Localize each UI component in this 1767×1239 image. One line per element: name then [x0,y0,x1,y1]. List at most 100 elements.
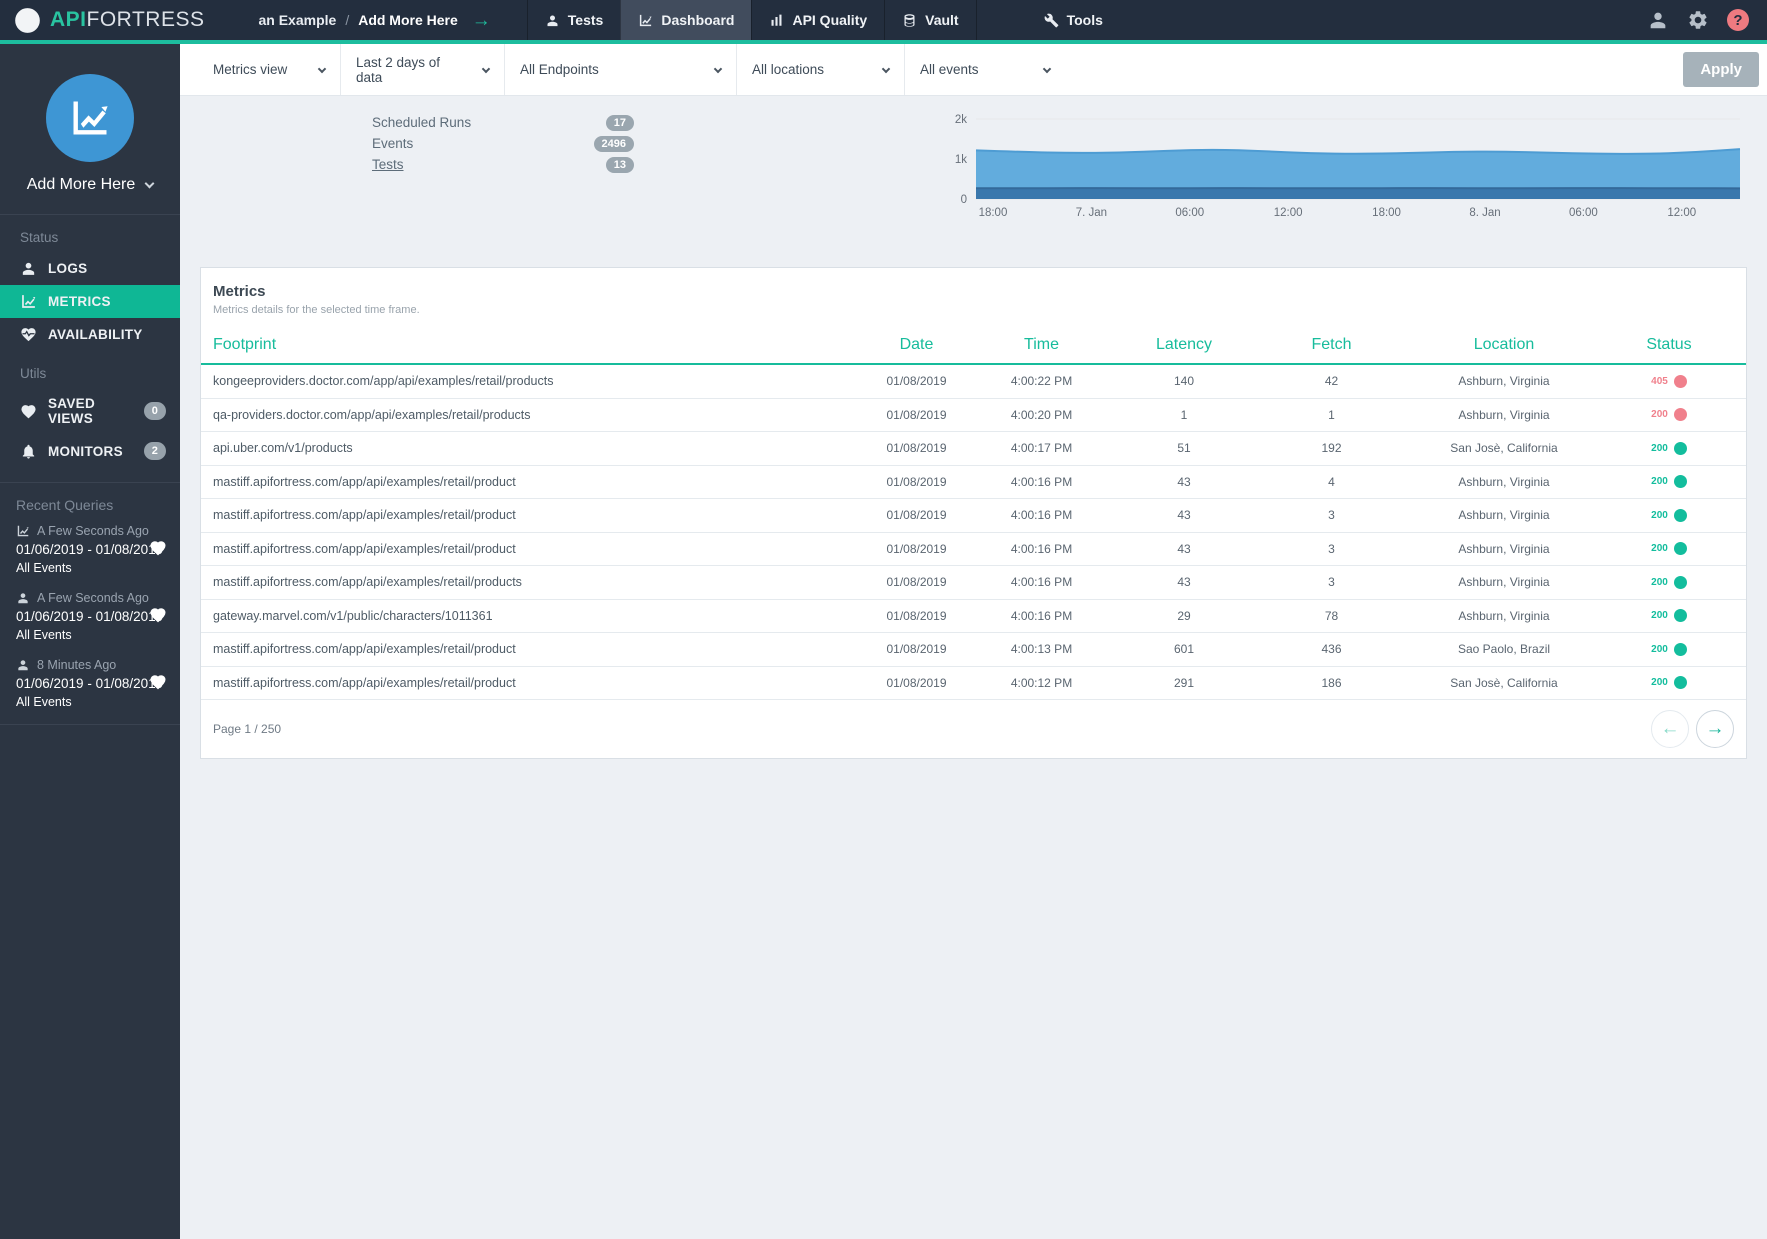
table-row[interactable]: mastiff.apifortress.com/app/api/examples… [201,499,1746,533]
filter-dropdown-all-endpoints[interactable]: All Endpoints [505,44,737,95]
cell-footprint: mastiff.apifortress.com/app/api/examples… [213,508,859,522]
cell-latency: 43 [1109,508,1259,522]
section-label-utils: Utils [0,351,180,388]
recent-query-range: 01/06/2019 - 01/08/2019 [16,609,166,626]
sidebar-item-metrics[interactable]: METRICS [0,285,180,318]
svg-text:12:00: 12:00 [1274,207,1303,219]
recent-query-item[interactable]: 9 Minutes Ago01/06/2019 - 01/08/2019All … [0,724,180,725]
sidebar-item-saved-views[interactable]: SAVED VIEWS0 [0,388,180,434]
column-header-fetch: Fetch [1259,336,1404,354]
metrics-title: Metrics [213,283,1734,300]
heart-outline-icon[interactable] [149,606,167,624]
cell-time: 4:00:16 PM [974,575,1109,589]
table-row[interactable]: api.uber.com/v1/products01/08/20194:00:1… [201,432,1746,466]
table-row[interactable]: mastiff.apifortress.com/app/api/examples… [201,667,1746,701]
project-avatar[interactable] [46,74,134,162]
cell-status: 200 [1604,676,1734,689]
sidebar-item-availability[interactable]: AVAILABILITY [0,318,180,351]
sidebar-item-logs[interactable]: LOGS [0,252,180,285]
cell-status: 200 [1604,509,1734,522]
count-badge: 0 [144,402,166,420]
cell-footprint: mastiff.apifortress.com/app/api/examples… [213,542,859,556]
breadcrumb-arrow-icon[interactable]: → [472,11,491,30]
recent-query-item[interactable]: A Few Seconds Ago01/06/2019 - 01/08/2019… [0,590,180,657]
recent-query-item[interactable]: A Few Seconds Ago01/06/2019 - 01/08/2019… [0,523,180,590]
page-indicator: Page 1 / 250 [213,722,281,736]
events-area-chart: 01k2k18:007. Jan06:0012:0018:008. Jan06:… [930,98,1742,262]
metrics-card: Metrics Metrics details for the selected… [200,267,1747,759]
table-row[interactable]: mastiff.apifortress.com/app/api/examples… [201,466,1746,500]
next-page-button[interactable]: → [1696,710,1734,748]
svg-text:12:00: 12:00 [1667,207,1696,219]
filter-bar: Metrics viewLast 2 days of dataAll Endpo… [180,44,1767,96]
apply-button[interactable]: Apply [1683,52,1759,87]
table-row[interactable]: mastiff.apifortress.com/app/api/examples… [201,566,1746,600]
sidebar: Add More Here StatusLOGSMETRICSAVAILABIL… [0,44,180,1239]
table-row[interactable]: kongeeproviders.doctor.com/app/api/examp… [201,365,1746,399]
cell-date: 01/08/2019 [859,642,974,656]
table-row[interactable]: mastiff.apifortress.com/app/api/examples… [201,633,1746,667]
filter-dropdown-all-events[interactable]: All events [905,44,1065,95]
svg-text:7. Jan: 7. Jan [1076,207,1107,219]
cell-footprint: qa-providers.doctor.com/app/api/examples… [213,408,859,422]
status-code: 200 [1651,577,1668,588]
help-icon[interactable]: ? [1727,9,1749,31]
cell-footprint: kongeeproviders.doctor.com/app/api/examp… [213,374,859,388]
column-header-latency: Latency [1109,336,1259,354]
bar-chart-icon [769,13,784,28]
recent-query-scope: All Events [16,628,166,644]
project-selector[interactable]: Add More Here [0,176,180,194]
account-icon[interactable] [1647,9,1669,31]
status-dot-icon [1674,643,1687,656]
filter-dropdown-last-2-days-of-data[interactable]: Last 2 days of data [341,44,505,95]
stat-value-badge: 2496 [594,136,634,152]
table-body: kongeeproviders.doctor.com/app/api/examp… [201,365,1746,700]
user-icon [20,260,37,277]
tab-tests[interactable]: Tests [527,0,621,40]
sidebar-item-monitors[interactable]: MONITORS2 [0,434,180,468]
cell-time: 4:00:13 PM [974,642,1109,656]
tab-api-quality[interactable]: API Quality [751,0,884,40]
prev-page-button[interactable]: ← [1651,710,1689,748]
stat-label[interactable]: Tests [372,157,404,172]
breadcrumb-project[interactable]: an Example [258,12,336,28]
cell-fetch: 3 [1259,575,1404,589]
status-code: 200 [1651,476,1668,487]
stat-label: Scheduled Runs [372,115,471,130]
filter-dropdown-metrics-view[interactable]: Metrics view [198,44,341,95]
filter-dropdown-value: All locations [752,62,824,77]
brand-api: API [50,8,87,32]
gear-icon[interactable] [1687,9,1709,31]
cell-location: San Josè, California [1404,441,1604,455]
cell-date: 01/08/2019 [859,374,974,388]
tab-dashboard[interactable]: Dashboard [620,0,751,40]
cell-date: 01/08/2019 [859,542,974,556]
breadcrumb-page[interactable]: Add More Here [358,12,458,28]
cell-latency: 291 [1109,676,1259,690]
cell-status: 200 [1604,643,1734,656]
cell-fetch: 186 [1259,676,1404,690]
table-row[interactable]: qa-providers.doctor.com/app/api/examples… [201,399,1746,433]
cell-location: San Josè, California [1404,676,1604,690]
cell-latency: 43 [1109,575,1259,589]
tab-vault[interactable]: Vault [884,0,976,40]
pagination: ← → [1651,710,1734,748]
recent-query-item[interactable]: 8 Minutes Ago01/06/2019 - 01/08/2019All … [0,657,180,724]
cell-footprint: mastiff.apifortress.com/app/api/examples… [213,475,859,489]
heart-outline-icon[interactable] [149,673,167,691]
filter-dropdown-all-locations[interactable]: All locations [737,44,905,95]
heart-outline-icon[interactable] [149,539,167,557]
tab-tools[interactable]: Tools [1027,0,1120,40]
project-name: Add More Here [27,176,136,194]
sidebar-item-label: METRICS [48,294,111,309]
table-row[interactable]: gateway.marvel.com/v1/public/characters/… [201,600,1746,634]
table-row[interactable]: mastiff.apifortress.com/app/api/examples… [201,533,1746,567]
cell-date: 01/08/2019 [859,609,974,623]
tab-label: Tools [1067,12,1103,28]
status-dot-icon [1674,676,1687,689]
breadcrumb-separator: / [345,12,349,28]
svg-text:2k: 2k [955,114,967,126]
svg-text:06:00: 06:00 [1175,207,1204,219]
brand[interactable]: API FORTRESS [0,0,214,40]
recent-query-ago: 8 Minutes Ago [16,657,166,673]
